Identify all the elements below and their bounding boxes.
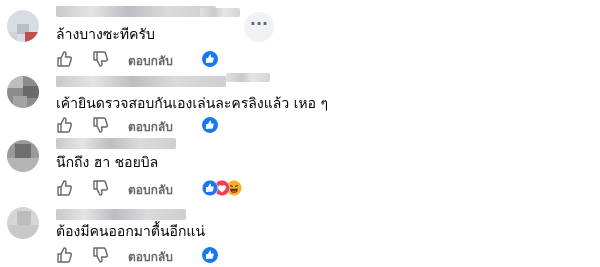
comment-text: ล้างบางซะทีครับ	[56, 27, 155, 43]
comment-actions: ตอบกลับ	[56, 51, 236, 71]
avatar[interactable]	[7, 207, 39, 239]
like-reaction-icon[interactable]	[202, 180, 218, 196]
commenter-name[interactable]	[56, 6, 216, 17]
more-options-button[interactable]: ···	[244, 12, 274, 42]
thumbs-down-icon[interactable]	[92, 51, 108, 67]
comment-item: เค้ายินดรวจสอบกันเองเล่นละครลิงแล้ว เหอ …	[0, 70, 600, 134]
comment-text: นึกถึง ฮา ชอยบิล	[56, 155, 159, 171]
thumbs-down-icon[interactable]	[92, 117, 108, 133]
thumbs-up-icon[interactable]	[56, 117, 72, 133]
like-reaction-icon[interactable]	[202, 117, 218, 133]
comment-item: ต้องมีคนออกมาตื้นอีกแน่ ตอบกลับ	[0, 197, 600, 267]
comment-item: ล้างบางซะทีครับ ··· ตอบกลับ	[0, 0, 600, 70]
thumbs-down-icon[interactable]	[92, 247, 108, 263]
commenter-name[interactable]	[56, 209, 186, 220]
avatar[interactable]	[7, 140, 39, 172]
avatar[interactable]	[7, 10, 39, 42]
like-reaction-icon[interactable]	[202, 247, 218, 263]
comment-text: เค้ายินดรวจสอบกันเองเล่นละครลิงแล้ว เหอ …	[56, 96, 329, 112]
commenter-name[interactable]	[56, 138, 176, 149]
commenter-name-blur	[200, 8, 240, 17]
reply-button[interactable]: ตอบกลับ	[128, 52, 173, 71]
comment-item: นึกถึง ฮา ชอยบิล ตอบกลับ	[0, 132, 600, 197]
thumbs-up-icon[interactable]	[56, 180, 72, 196]
thumbs-up-icon[interactable]	[56, 51, 72, 67]
commenter-name[interactable]	[56, 76, 226, 87]
like-reaction-icon[interactable]	[202, 51, 218, 67]
comment-text: ต้องมีคนออกมาตื้นอีกแน่	[56, 224, 206, 240]
avatar[interactable]	[7, 76, 39, 108]
commenter-name-blur	[226, 73, 270, 82]
thumbs-up-icon[interactable]	[56, 247, 72, 263]
thumbs-down-icon[interactable]	[92, 180, 108, 196]
reply-button[interactable]: ตอบกลับ	[128, 248, 173, 267]
comment-actions: ตอบกลับ	[56, 247, 236, 267]
